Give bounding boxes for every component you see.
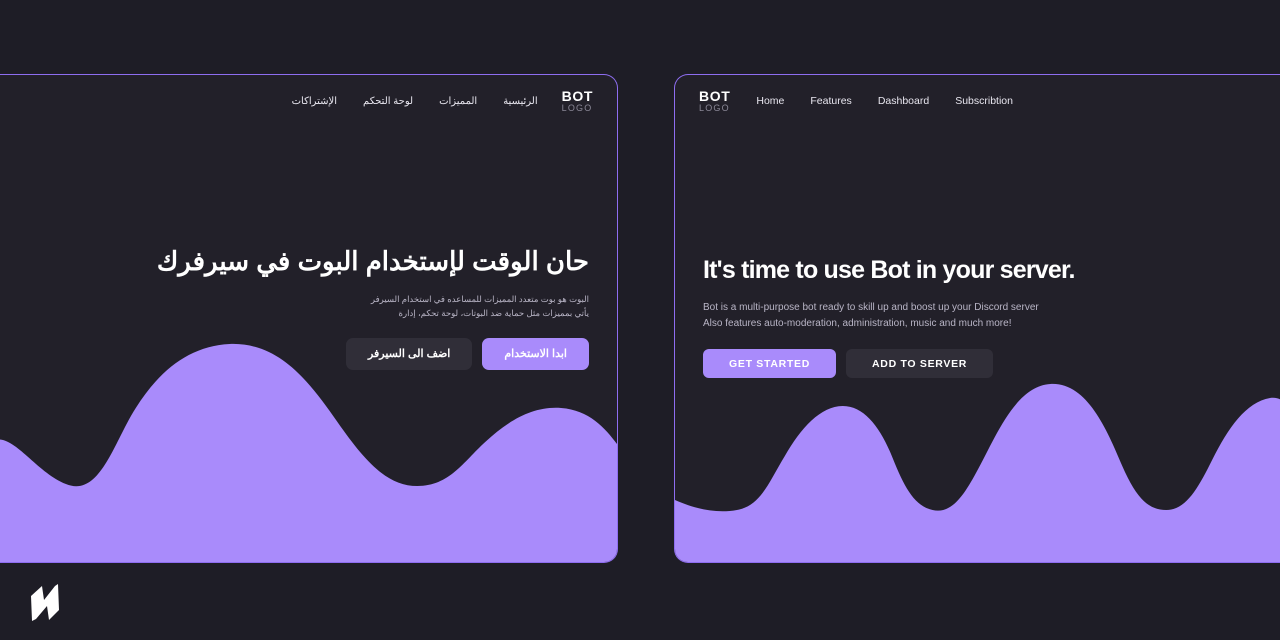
brand-name-top: BOT xyxy=(699,88,731,104)
nav-link-features-ar[interactable]: المميزات xyxy=(439,96,477,107)
arabic-hero-subtitle: البوت هو بوت متعدد المميزات للمساعده في … xyxy=(25,292,589,320)
add-to-server-button[interactable]: ADD TO SERVER xyxy=(846,349,994,379)
arabic-subtitle-line-1: البوت هو بوت متعدد المميزات للمساعده في … xyxy=(370,293,589,304)
nav-link-subscription[interactable]: Subscribtion xyxy=(955,95,1013,107)
screenshot-stage: BOT LOGO الرئيسية المميزات لوحة التحكم ا… xyxy=(0,0,1280,640)
arabic-subtitle-line-2: يأتي بمميزات مثل حماية ضد البوتات، لوحة … xyxy=(398,307,589,318)
nav-link-features[interactable]: Features xyxy=(810,95,851,107)
arabic-get-started-button[interactable]: ابدا الاستخدام xyxy=(482,337,589,370)
arabic-brand-logo[interactable]: BOT LOGO xyxy=(562,89,593,113)
z-logo-mark-icon xyxy=(22,574,78,622)
nav-link-home[interactable]: Home xyxy=(756,95,784,107)
english-landing-card: BOT LOGO Home Features Dashboard Subscri… xyxy=(674,74,1280,563)
english-wave-graphic xyxy=(675,362,1280,562)
english-cta-row: GET STARTED ADD TO SERVER xyxy=(703,349,1263,379)
english-subtitle-line-1: Bot is a multi-purpose bot ready to skil… xyxy=(703,302,1039,314)
arabic-cta-row: ابدا الاستخدام اضف الى السيرفر xyxy=(25,337,589,370)
arabic-hero-section: حان الوقت لإستخدام البوت في سيرفرك البوت… xyxy=(25,245,589,370)
english-hero-section: It's time to use Bot in your server. Bot… xyxy=(703,255,1263,379)
arabic-landing-card: BOT LOGO الرئيسية المميزات لوحة التحكم ا… xyxy=(0,74,618,563)
brand-name-sub: LOGO xyxy=(699,103,730,113)
arabic-navbar: BOT LOGO الرئيسية المميزات لوحة التحكم ا… xyxy=(0,75,617,127)
nav-link-dashboard-ar[interactable]: لوحة التحكم xyxy=(363,96,413,107)
brand-name-sub: LOGO xyxy=(561,103,593,113)
nav-link-dashboard[interactable]: Dashboard xyxy=(878,95,929,107)
brand-name-top: BOT xyxy=(561,88,593,104)
english-nav-links: Home Features Dashboard Subscribtion xyxy=(756,95,1013,107)
get-started-button[interactable]: GET STARTED xyxy=(703,349,837,379)
arabic-add-to-server-button[interactable]: اضف الى السيرفر xyxy=(345,337,473,370)
nav-link-home-ar[interactable]: الرئيسية xyxy=(503,96,537,107)
arabic-nav-links: الرئيسية المميزات لوحة التحكم الإشتراكات xyxy=(292,96,538,107)
english-navbar: BOT LOGO Home Features Dashboard Subscri… xyxy=(675,75,1280,127)
arabic-hero-title: حان الوقت لإستخدام البوت في سيرفرك xyxy=(156,246,589,276)
english-subtitle-line-2: Also features auto-moderation, administr… xyxy=(703,317,1012,329)
english-hero-subtitle: Bot is a multi-purpose bot ready to skil… xyxy=(703,300,1263,331)
nav-link-subscription-ar[interactable]: الإشتراكات xyxy=(292,96,337,107)
english-hero-title: It's time to use Bot in your server. xyxy=(703,256,1076,284)
english-brand-logo[interactable]: BOT LOGO xyxy=(699,89,730,113)
